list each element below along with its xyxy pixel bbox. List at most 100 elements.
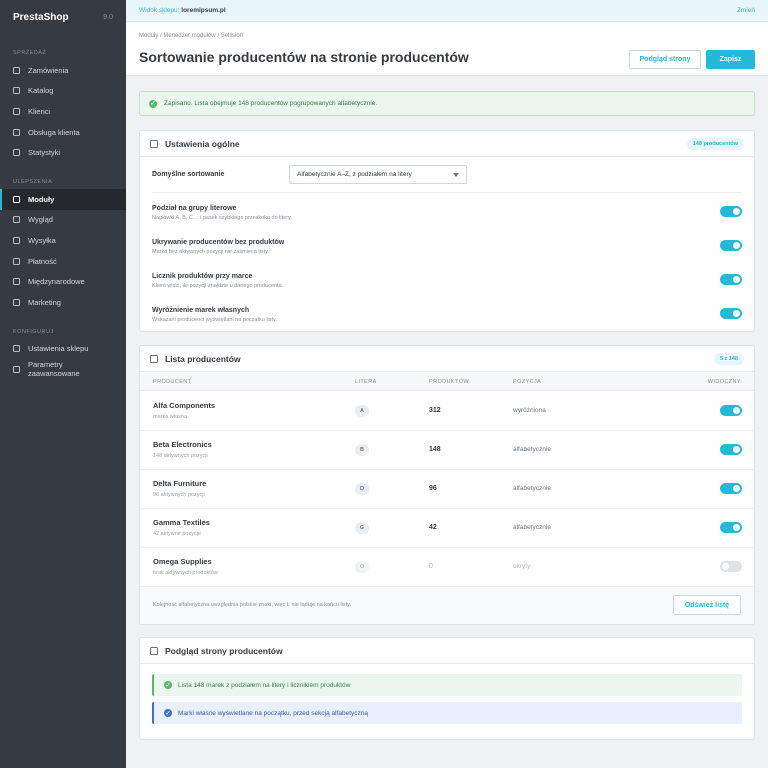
toggle-product-counter[interactable] [720,274,742,285]
column-header-letter[interactable]: LITERA [355,379,377,385]
visibility-toggle[interactable] [720,444,742,455]
menu-item-icon [13,149,20,157]
setting-description: Nagłówki A, B, C… i pasek szybkiego prze… [152,215,292,221]
producer-name[interactable]: Omega Supplies [153,557,212,566]
sidebar-item-modules[interactable]: Moduły [0,188,126,210]
visibility-toggle[interactable] [720,561,742,572]
card-title: Lista producentów [165,353,241,364]
visibility-toggle[interactable] [720,405,742,416]
sidebar-item-stats[interactable]: Statystyki [0,142,126,163]
column-header-producer[interactable]: PRODUCENT [153,379,191,385]
letter-badge: D [355,483,369,495]
menu-item-icon [13,278,20,286]
sidebar-item-label: Zamówienia [28,65,69,75]
producer-name[interactable]: Delta Furniture [153,479,206,488]
sidebar-item-label: Moduły [28,194,55,204]
sidebar-item-label: Marketing [28,297,61,307]
sidebar-item-label: Wysyłka [28,235,56,245]
refresh-list-button[interactable]: Odśwież listę [673,595,741,615]
sidebar-item-advanced[interactable]: Parametry zaawansowane [0,359,126,380]
brand-logo-text[interactable]: PrestaShop [13,12,69,23]
visibility-toggle[interactable] [720,522,742,533]
table-row[interactable]: Gamma Textiles 42 aktywne pozycje G 42 a… [140,509,754,548]
table-row[interactable]: Delta Furniture 96 aktywnych pozycji D 9… [140,470,754,509]
menu-item-icon [13,195,20,203]
toggle-letter-groups[interactable] [720,206,742,217]
setting-description: Marka bez aktywnych pozycji nie zaśmieca… [152,249,269,255]
sidebar-item-marketing[interactable]: Marketing [0,292,126,313]
shop-context-label: Widok sklepu: [139,7,180,14]
list-square-icon [150,354,158,363]
position-label: alfabetycznie [513,446,551,453]
producer-count-badge: 148 producentów [686,138,744,150]
producer-name[interactable]: Gamma Textiles [153,518,210,527]
sort-note: Kolejność alfabetyczna uwzględnia polski… [153,602,352,608]
position-label: alfabetycznie [513,524,551,531]
toggle-hide-empty-producers[interactable] [720,240,742,251]
sidebar-item-label: Międzynarodowe [28,277,85,287]
sidebar-item-orders[interactable]: Zamówienia [0,60,126,81]
sidebar-item-customer-service[interactable]: Obsługa klienta [0,122,126,143]
position-label: ukryty [513,563,531,570]
product-count: 96 [429,485,437,492]
setting-label: Podział na grupy literowe [152,205,237,212]
menu-item-icon [13,257,20,265]
setting-label: Wyróżnienie marek własnych [152,307,250,314]
nav-section-title: SPRZEDAŻ [13,50,47,56]
setting-row: Podział na grupy literowe Nagłówki A, B,… [152,205,292,221]
shop-name-link[interactable]: loremipsum.pl [181,7,225,14]
sidebar-item-customers[interactable]: Klienci [0,101,126,122]
toggle-own-brands-highlight[interactable] [720,308,742,319]
table-row[interactable]: Alfa Components marka własna A 312 wyróż… [140,392,754,431]
sidebar-item-label: Parametry zaawansowane [28,360,80,379]
position-label: alfabetycznie [513,485,551,492]
producer-list-card: Lista producentów 5 z 148 PRODUCENT LITE… [139,345,755,625]
column-header-visible[interactable]: WIDOCZNY [708,379,741,385]
producer-subtitle: 148 aktywnych pozycji [153,453,208,459]
letter-badge: A [355,405,369,417]
card-title: Ustawienia ogólne [165,138,240,149]
setting-label: Licznik produktów przy marce [152,273,253,280]
check-circle-icon: ✓ [149,99,157,108]
sidebar-item-label: Obsługa klienta [28,127,80,137]
sidebar-item-international[interactable]: Międzynarodowe [0,271,126,292]
menu-item-icon [13,345,20,353]
menu-item-icon [13,365,20,373]
product-count: 0 [429,563,433,570]
column-header-products[interactable]: PRODUKTÓW [429,379,469,385]
table-row[interactable]: Omega Supplies brak aktywnych produktów … [140,548,754,587]
menu-item-icon [13,87,20,95]
table-row[interactable]: Beta Electronics 148 aktywnych pozycji B… [140,431,754,470]
preview-note-text: Marki własne wyświetlane na początku, pr… [178,709,369,717]
breadcrumb[interactable]: Moduły / Menedżer modułów / Sellision [139,33,243,39]
default-sort-select[interactable]: Alfabetycznie A–Z, z podziałem na litery [289,165,467,184]
producer-name[interactable]: Beta Electronics [153,440,212,449]
sidebar: PrestaShop 9.0 SPRZEDAŻ Zamówienia Katal… [0,0,126,768]
change-shop-link[interactable]: Zmień [737,7,755,14]
sidebar-item-payment[interactable]: Płatność [0,251,126,272]
menu-item-icon [13,128,20,136]
position-label: wyróżniona [513,407,546,414]
success-alert-text: Zapisano. Lista obejmuje 148 producentów… [164,100,378,107]
sidebar-item-design[interactable]: Wygląd [0,210,126,231]
check-circle-icon: ✓ [164,709,172,717]
version-label: 9.0 [103,13,113,21]
preview-page-button[interactable]: Podgląd strony [629,50,701,69]
sidebar-item-shop-settings[interactable]: Ustawienia sklepu [0,339,126,360]
letter-badge: O [355,561,369,573]
preview-note-text: Lista 148 marek z podziałem na litery i … [178,681,351,689]
sidebar-item-label: Płatność [28,256,57,266]
sidebar-item-shipping[interactable]: Wysyłka [0,230,126,251]
visibility-toggle[interactable] [720,483,742,494]
producer-name[interactable]: Alfa Components [153,401,215,410]
brand: PrestaShop 9.0 [0,0,126,34]
list-count-badge: 5 z 148 [713,353,744,365]
save-button[interactable]: Zapisz [706,50,755,69]
preview-note-success: ✓ Lista 148 marek z podziałem na litery … [152,674,742,696]
menu-item-icon [13,216,20,224]
column-header-position[interactable]: POZYCJA [513,379,541,385]
default-sort-label: Domyślne sortowanie [152,171,225,178]
setting-description: Klient widzi, ile pozycji znajdzie u dan… [152,283,284,289]
sidebar-item-catalog[interactable]: Katalog [0,81,126,102]
sidebar-item-label: Ustawienia sklepu [28,344,89,354]
